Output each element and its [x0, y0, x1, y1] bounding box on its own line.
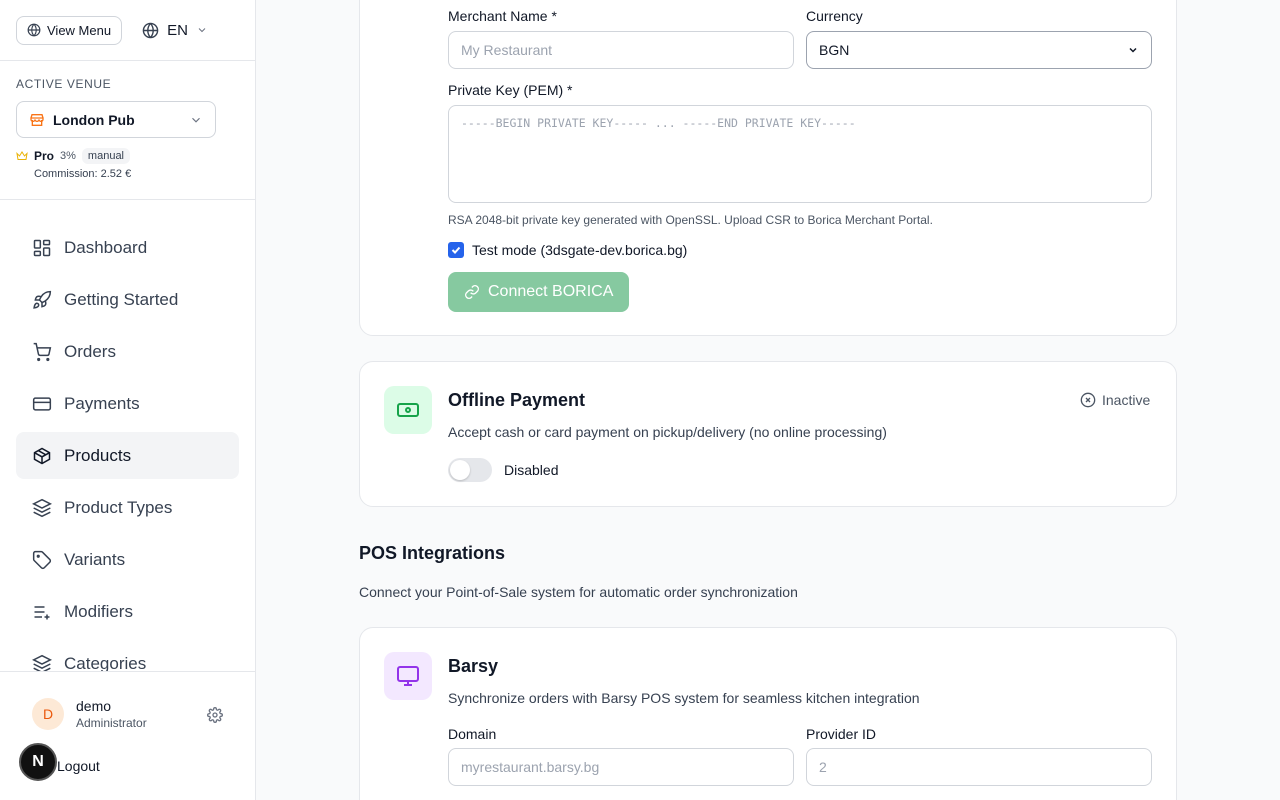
- package-icon: [33, 447, 51, 464]
- toggle-knob: [450, 460, 470, 480]
- active-venue-section: ACTIVE VENUE London Pub Pro 3% manual Co…: [0, 61, 255, 200]
- chevron-down-icon: [198, 28, 206, 33]
- globe-icon: [142, 22, 159, 38]
- language-label: EN: [167, 21, 188, 39]
- borica-card: Merchant Name * My Restaurant Currency B…: [359, 0, 1177, 336]
- rocket-icon: [33, 290, 52, 309]
- user-name: demo: [76, 698, 112, 714]
- plan-percent: 3%: [60, 150, 76, 162]
- test-mode-checkbox[interactable]: [448, 242, 464, 258]
- venue-select[interactable]: London Pub: [16, 101, 216, 138]
- connect-borica-button[interactable]: Connect BORICA: [448, 272, 630, 312]
- sidebar-item-label: Variants: [64, 549, 126, 569]
- venue-name: London Pub: [53, 111, 135, 128]
- layers-icon: [32, 498, 52, 517]
- sidebar-item-label: Product Types: [64, 497, 173, 517]
- private-key-textarea[interactable]: -----BEGIN PRIVATE KEY----- ... -----END…: [448, 105, 1152, 203]
- private-key-help: RSA 2048-bit private key generated with …: [448, 213, 933, 227]
- sidebar-item-modifiers[interactable]: Modifiers: [16, 588, 239, 635]
- domain-label: Domain: [448, 726, 497, 742]
- banknote-icon: [397, 403, 419, 417]
- status-badge: Inactive: [1080, 392, 1150, 408]
- list-plus-icon: [34, 605, 50, 619]
- offline-payment-toggle[interactable]: [448, 458, 492, 482]
- offline-payment-card: Offline Payment Inactive Accept cash or …: [359, 361, 1177, 507]
- connect-borica-label: Connect BORICA: [488, 283, 614, 300]
- domain-input[interactable]: myrestaurant.barsy.bg: [448, 748, 794, 786]
- user-role: Administrator: [76, 716, 147, 730]
- tag-icon: [32, 550, 52, 569]
- pos-integrations-title: POS Integrations: [359, 543, 506, 563]
- pos-integrations-description: Connect your Point-of-Sale system for au…: [359, 584, 798, 600]
- currency-label: Currency: [806, 8, 863, 24]
- sidebar-item-label: Dashboard: [64, 237, 148, 257]
- credit-card-icon: [32, 396, 52, 411]
- sidebar-item-product-types[interactable]: Product Types: [16, 484, 239, 531]
- view-menu-label: View Menu: [47, 22, 112, 38]
- test-mode-label: Test mode (3dsgate-dev.borica.bg): [472, 242, 688, 258]
- cart-icon: [33, 342, 52, 361]
- view-menu-button[interactable]: View Menu: [16, 15, 123, 45]
- merchant-name-input[interactable]: My Restaurant: [448, 31, 794, 69]
- sidebar-header: View Menu EN: [0, 0, 255, 61]
- currency-select[interactable]: BGN: [806, 31, 1152, 69]
- sidebar-item-dashboard[interactable]: Dashboard: [16, 224, 239, 271]
- sidebar-item-getting-started[interactable]: Getting Started: [16, 276, 239, 323]
- barsy-icon-tile: [384, 652, 432, 700]
- sidebar-item-payments[interactable]: Payments: [16, 380, 239, 427]
- sidebar-nav: Dashboard Getting Started Orders Payment…: [0, 200, 255, 687]
- sidebar-item-label: Orders: [64, 341, 116, 361]
- test-mode-row[interactable]: Test mode (3dsgate-dev.borica.bg): [448, 242, 687, 258]
- plan-row: Pro 3% manual: [16, 148, 239, 164]
- plan-name: Pro: [34, 149, 55, 163]
- barsy-description: Synchronize orders with Barsy POS system…: [448, 690, 920, 706]
- crown-icon: [16, 151, 28, 160]
- sidebar-item-label: Modifiers: [64, 601, 133, 621]
- dashboard-icon: [33, 239, 51, 256]
- currency-value: BGN: [819, 42, 850, 58]
- check-icon: [451, 246, 461, 254]
- chevron-down-icon: [1129, 47, 1137, 53]
- commission-text: Commission: 2.52 €: [34, 168, 132, 180]
- monitor-icon: [397, 666, 419, 686]
- active-venue-label: ACTIVE VENUE: [16, 77, 112, 91]
- private-key-label: Private Key (PEM) *: [448, 82, 573, 98]
- sidebar-item-orders[interactable]: Orders: [16, 328, 239, 375]
- merchant-name-label: Merchant Name *: [448, 8, 557, 24]
- toggle-label: Disabled: [504, 462, 559, 478]
- offline-payment-description: Accept cash or card payment on pickup/de…: [448, 424, 887, 440]
- offline-payment-icon-tile: [384, 386, 432, 434]
- chevron-down-icon: [192, 117, 200, 123]
- sidebar-item-products[interactable]: Products: [16, 432, 239, 479]
- logout-button[interactable]: Logout: [57, 758, 100, 774]
- avatar: D: [32, 698, 64, 730]
- sidebar-item-label: Payments: [64, 393, 140, 413]
- status-text: Inactive: [1102, 392, 1151, 408]
- provider-id-input[interactable]: 2: [806, 748, 1152, 786]
- barsy-title: Barsy: [448, 656, 499, 676]
- offline-toggle-row: Disabled: [448, 458, 558, 482]
- sidebar-item-label: Getting Started: [64, 289, 179, 309]
- link-icon: [465, 285, 479, 299]
- dev-tools-badge[interactable]: N: [19, 743, 57, 781]
- barsy-card: Barsy Synchronize orders with Barsy POS …: [359, 627, 1177, 800]
- offline-payment-title: Offline Payment: [448, 390, 586, 410]
- language-selector[interactable]: EN: [142, 22, 208, 39]
- provider-id-label: Provider ID: [806, 726, 877, 742]
- gear-icon[interactable]: [207, 707, 223, 723]
- store-icon: [30, 113, 44, 126]
- user-profile[interactable]: D demo Administrator: [32, 698, 147, 730]
- globe-icon: [27, 23, 41, 37]
- plan-badge: manual: [81, 148, 130, 164]
- sidebar: View Menu EN ACTIVE VENUE London Pub Pro…: [0, 0, 256, 800]
- x-circle-icon: [1080, 392, 1096, 408]
- sidebar-item-variants[interactable]: Variants: [16, 536, 239, 583]
- sidebar-item-label: Products: [64, 445, 132, 465]
